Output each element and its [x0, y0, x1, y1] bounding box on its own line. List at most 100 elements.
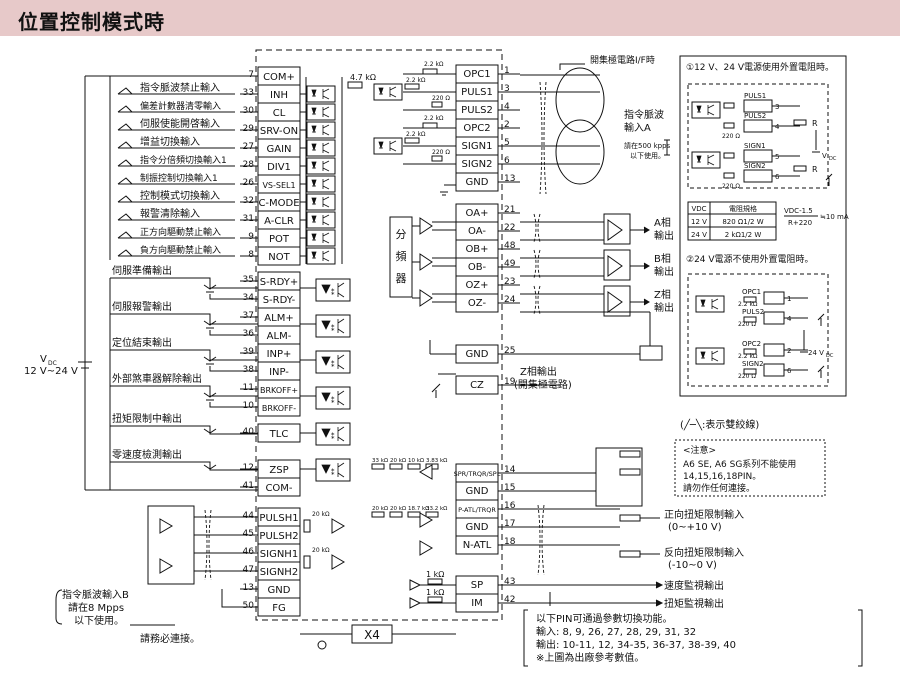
resistor-47k: [347, 81, 363, 89]
pulse-a-note: 以下使用。: [630, 151, 665, 160]
photocoupler-box: [306, 139, 336, 157]
photocoupler-box: [691, 151, 721, 169]
oc-circle: [555, 67, 605, 133]
termination-resistor: [303, 519, 311, 533]
terminal-signal: OB+: [465, 244, 488, 255]
monitor-resistor: [427, 578, 443, 585]
resistor-label: 2.2 kΩ: [406, 131, 426, 138]
note-line: 14,15,16,18PIN。: [683, 472, 761, 482]
arrow-head: [643, 226, 650, 234]
terminal-signal: ALM-: [267, 331, 292, 342]
photocoupler-box: [306, 229, 336, 247]
terminal-pin: 8: [248, 250, 254, 260]
terminal-signal: COM+: [263, 72, 295, 83]
inset2-vdc: 24 V: [808, 349, 824, 357]
terminal-pin: 11: [243, 383, 254, 393]
photocoupler-box: [306, 121, 336, 139]
phase-output-label: Z相: [654, 288, 671, 301]
inset-terminal: [763, 343, 785, 357]
pot-symbol: [619, 550, 641, 558]
arrow-glyph: ⁑: [331, 396, 335, 405]
monitor-buffer: [409, 579, 422, 591]
photocoupler-box: [306, 193, 336, 211]
terminal-pin: 9: [248, 232, 254, 242]
resistor-label: 20 kΩ: [390, 458, 406, 464]
switch-symbol: [117, 123, 133, 131]
terminal-pin: 7: [248, 70, 254, 80]
switch-symbol: [117, 195, 133, 203]
phase-output-label: 輸出: [654, 229, 674, 242]
arrow-head: [643, 298, 650, 306]
resistor-22k: [422, 122, 438, 129]
terminal-signal: OB-: [468, 262, 487, 273]
terminal-pin: 28: [243, 160, 255, 170]
terminal-signal: PULSH1: [259, 513, 298, 524]
switch-symbol: [117, 231, 133, 239]
inset-resistor-label: 2.2 kΩ: [738, 301, 758, 308]
twisted-pair: [533, 285, 541, 315]
photocoupler-box: [695, 347, 725, 365]
switch-symbol: [117, 87, 133, 95]
terminal-signal: SP: [471, 580, 483, 591]
termination-resistor: [303, 555, 311, 569]
formula-result: ≒10 mA: [820, 213, 849, 221]
inset-resistor-label: 220 Ω: [738, 373, 756, 380]
inset-pin: 3: [775, 103, 779, 111]
divider-char: 頻: [396, 249, 407, 263]
resistor-22k: [404, 137, 420, 144]
inset-resistor-label: 220 Ω: [738, 321, 756, 328]
terminal-signal: FG: [272, 603, 286, 614]
terminal-pin: 30: [243, 106, 255, 116]
inset-terminal: [763, 363, 785, 377]
inset-terminal: [763, 311, 785, 325]
transistor-symbol: [431, 383, 441, 398]
driver-symbol: [419, 540, 433, 556]
switch-symbol: [117, 105, 133, 113]
terminal-signal: OA+: [466, 208, 489, 219]
switch-symbol: [117, 213, 133, 221]
phase-output-label: 輸出: [654, 265, 674, 278]
terminal-signal: INP-: [269, 367, 289, 378]
line-receiver: [607, 255, 623, 277]
resistor-label: 2.2 kΩ: [406, 77, 426, 84]
monitor-resistor: [427, 596, 443, 603]
terminal-signal: CL: [273, 108, 286, 119]
formula-numerator: VDC-1.5: [784, 207, 813, 215]
inset-signal: OPC1: [742, 288, 761, 296]
terminal-signal: COM-: [265, 483, 292, 494]
inset-signal: PULS1: [744, 92, 766, 100]
monitor-resistor-label: 1 kΩ: [426, 570, 444, 579]
terminal-signal: VS-SEL1: [262, 181, 295, 190]
terminal-signal: BRKOFF-: [262, 404, 296, 413]
terminal-pin: 40: [243, 427, 255, 437]
resistor-symbol: [425, 511, 439, 518]
input-label: 控制模式切換輸入: [140, 189, 220, 202]
inset-signal: SIGN2: [742, 360, 764, 368]
resistor-47k-label: 4.7 kΩ: [350, 73, 376, 82]
resistor-label: 33 kΩ: [372, 458, 388, 464]
inset-terminal: [743, 149, 773, 163]
pulse-b-note: 以下使用。: [74, 614, 124, 627]
twisted-pair: [204, 509, 212, 581]
inset2-vdc-sub: DC: [826, 353, 834, 359]
resistor-label: 2.2 kΩ: [424, 61, 444, 68]
inset-r-label: R: [812, 119, 818, 128]
monitor-resistor-label: 1 kΩ: [426, 588, 444, 597]
resistor-symbol: [389, 511, 403, 518]
inset-signal: PULS2: [744, 112, 766, 120]
output-label: 伺服準備輸出: [112, 264, 172, 277]
transistor-symbol: [825, 173, 833, 186]
pin-note-line: 輸入: 8, 9, 26, 27, 28, 29, 31, 32: [536, 625, 696, 638]
pulse-b-title: 指令脈波輸入B: [62, 588, 129, 601]
input-label: 指令脈波禁止輸入: [140, 81, 220, 94]
pin-note-line: 輸出: 10-11, 12, 34-35, 36-37, 38-39, 40: [536, 638, 736, 651]
terminal-signal: GND: [466, 349, 489, 360]
pulse-a-note: 請在500 kpps: [624, 141, 671, 150]
pot-symbol: [619, 514, 641, 522]
pin-note-line: ※上圖為出廠參考數值。: [536, 651, 644, 664]
driver-symbol: [159, 558, 173, 574]
monitor-buffer: [409, 597, 422, 609]
terminal-signal: OA-: [468, 226, 486, 237]
inset-resistor-label: 220 Ω: [722, 183, 740, 190]
ground-symbol: [440, 191, 448, 196]
